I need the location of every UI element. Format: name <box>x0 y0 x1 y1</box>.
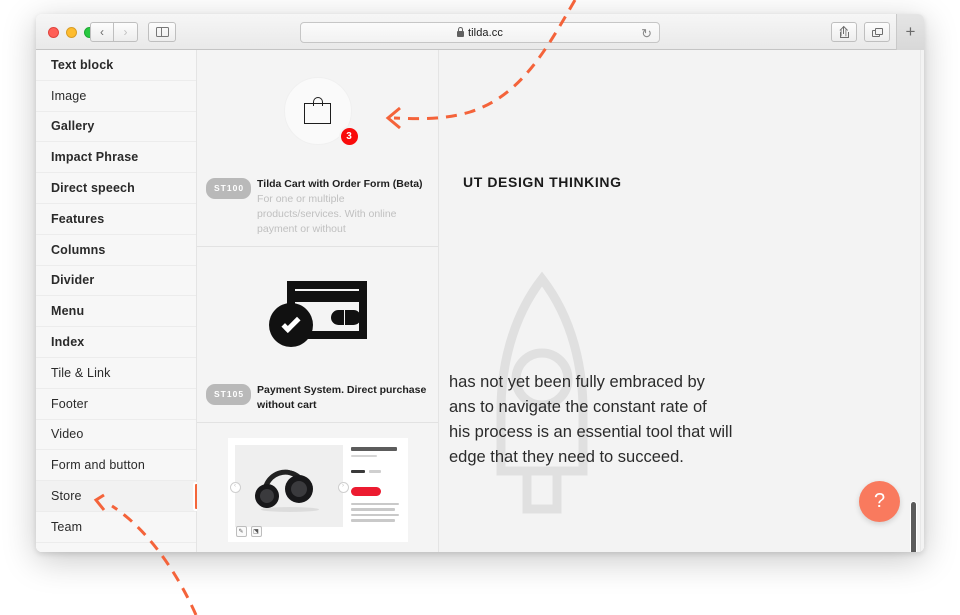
preview-label-st105: ST105 Payment System. Direct purchase wi… <box>197 377 438 422</box>
block-description-wrap: Tilda Cart with Order Form (Beta) For on… <box>257 177 429 237</box>
sidebar-item-index[interactable]: Index <box>36 327 196 358</box>
sidebar-item-label: Team <box>51 519 83 534</box>
sidebar-item-label: Index <box>51 335 85 350</box>
cart-circle: 3 <box>283 76 360 147</box>
sidebar-item-label: Features <box>51 211 105 226</box>
credit-card-check-icon <box>268 277 367 347</box>
sidebar-item-label: Image <box>51 88 87 103</box>
page-content-area: UT DESIGN THINKING has not yet been full… <box>439 50 924 552</box>
browser-window: ‹ › tilda.cc ↻ + Text block Image Galler… <box>36 14 924 552</box>
paragraph-line: edge that they need to succeed. <box>449 448 684 466</box>
paragraph-line: his process is an essential tool that wi… <box>449 423 733 441</box>
address-bar[interactable]: tilda.cc ↻ <box>300 22 660 43</box>
sidebar-item-label: Columns <box>51 242 106 257</box>
sidebar-item-label: Menu <box>51 304 85 319</box>
lock-icon[interactable]: ⬔ <box>250 526 262 537</box>
buy-now-button[interactable] <box>350 486 381 496</box>
show-tabs-button[interactable] <box>864 22 890 42</box>
block-preview-column: 3 ST100 Tilda Cart with Order Form (Beta… <box>197 50 439 552</box>
address-bar-content: tilda.cc <box>456 26 504 39</box>
reload-icon[interactable]: ↻ <box>641 27 652 40</box>
back-button[interactable]: ‹ <box>90 22 114 42</box>
cart-count-badge: 3 <box>338 125 360 147</box>
preview-art-product-card: ‹ › ✎ ⬔ <box>197 423 438 552</box>
sidebar-item-menu[interactable]: Menu <box>36 296 196 328</box>
url-text: tilda.cc <box>467 26 504 39</box>
preview-art-payment <box>197 247 438 377</box>
sidebar-item-store[interactable]: Store <box>36 481 200 512</box>
product-details-placeholder <box>350 447 401 525</box>
page-title: UT DESIGN THINKING <box>463 174 622 190</box>
scrollbar-track <box>920 50 921 552</box>
preview-card-st200[interactable]: ‹ › ✎ ⬔ <box>197 423 438 552</box>
headphones-image <box>251 462 325 512</box>
sidebar-item-label: Form and button <box>51 458 145 473</box>
sidebar-item-label: Impact Phrase <box>51 150 139 165</box>
sidebar-item-image[interactable]: Image <box>36 81 196 112</box>
sidebar-item-label: Direct speech <box>51 181 135 196</box>
tabs-icon <box>871 27 883 37</box>
sidebar-item-tile-and-link[interactable]: Tile & Link <box>36 358 196 389</box>
preview-card-st100[interactable]: 3 ST100 Tilda Cart with Order Form (Beta… <box>197 50 438 247</box>
sidebar-item-label: Tile & Link <box>51 365 111 380</box>
product-image-placeholder <box>234 445 343 527</box>
sidebar-item-label: Gallery <box>51 119 95 134</box>
sidebar-item-form-and-button[interactable]: Form and button <box>36 450 196 482</box>
forward-button[interactable]: › <box>114 22 138 42</box>
product-card-footer-icons: ✎ ⬔ <box>235 526 262 537</box>
sidebar-toggle-button[interactable] <box>148 22 176 42</box>
sidebar-item-video[interactable]: Video <box>36 420 196 451</box>
paragraph-line: ans to navigate the constant rate of <box>449 398 707 416</box>
new-tab-button[interactable]: + <box>896 14 924 50</box>
sidebar-item-footer[interactable]: Footer <box>36 389 196 420</box>
sidebar-item-features[interactable]: Features <box>36 204 196 235</box>
sidebar-item-columns[interactable]: Columns <box>36 235 196 266</box>
preview-label-st100: ST100 Tilda Cart with Order Form (Beta) … <box>197 171 438 246</box>
sidebar-item-label: Divider <box>51 273 95 288</box>
share-button[interactable] <box>831 22 857 42</box>
sidebar-item-impact-phrase[interactable]: Impact Phrase <box>36 142 196 174</box>
product-card-mock: ‹ › ✎ ⬔ <box>227 438 408 542</box>
sidebar-item-label: Video <box>51 427 84 442</box>
block-type-list: Text block Image Gallery Impact Phrase D… <box>36 50 200 552</box>
window-controls <box>48 27 95 38</box>
prev-image-arrow[interactable]: ‹ <box>229 482 241 493</box>
screenshot-root: ‹ › tilda.cc ↻ + Text block Image Galler… <box>0 0 960 615</box>
lock-icon <box>456 26 464 37</box>
block-title: Tilda Cart with Order Form (Beta) <box>257 178 423 190</box>
navigation-buttons: ‹ › <box>90 22 138 42</box>
sidebar-item-divider[interactable]: Divider <box>36 266 196 297</box>
sidebar-item-gallery[interactable]: Gallery <box>36 112 196 143</box>
sidebar-item-label: Footer <box>51 396 89 411</box>
share-icon <box>839 25 849 38</box>
sidebar-item-label: Store <box>51 489 82 504</box>
help-button[interactable]: ? <box>859 481 900 522</box>
block-title: Payment System. Direct purchase without … <box>257 384 427 411</box>
sidebar-item-text-block[interactable]: Text block <box>36 50 196 81</box>
browser-titlebar: ‹ › tilda.cc ↻ + <box>36 14 924 50</box>
sidebar-icon <box>155 26 169 38</box>
cursor-icon[interactable]: ✎ <box>235 526 247 537</box>
next-image-arrow[interactable]: › <box>337 482 349 493</box>
minimize-window-button[interactable] <box>66 27 77 38</box>
preview-card-st105[interactable]: ST105 Payment System. Direct purchase wi… <box>197 247 438 423</box>
page-body: Text block Image Gallery Impact Phrase D… <box>36 50 924 552</box>
block-tag: ST100 <box>206 178 252 199</box>
scrollbar-thumb[interactable] <box>910 501 917 552</box>
sidebar-item-team[interactable]: Team <box>36 512 196 543</box>
sidebar-item-label: Text block <box>51 57 114 72</box>
page-paragraph: has not yet been fully embraced by ans t… <box>439 370 924 470</box>
shopping-bag-icon <box>304 97 331 124</box>
close-window-button[interactable] <box>48 27 59 38</box>
block-tag: ST105 <box>206 384 252 405</box>
sidebar-item-direct-speech[interactable]: Direct speech <box>36 173 196 204</box>
paragraph-line: has not yet been fully embraced by <box>449 373 705 391</box>
preview-art-cart: 3 <box>197 50 438 171</box>
block-desc: For one or multiple products/services. W… <box>257 193 397 235</box>
toolbar-right <box>831 22 890 42</box>
